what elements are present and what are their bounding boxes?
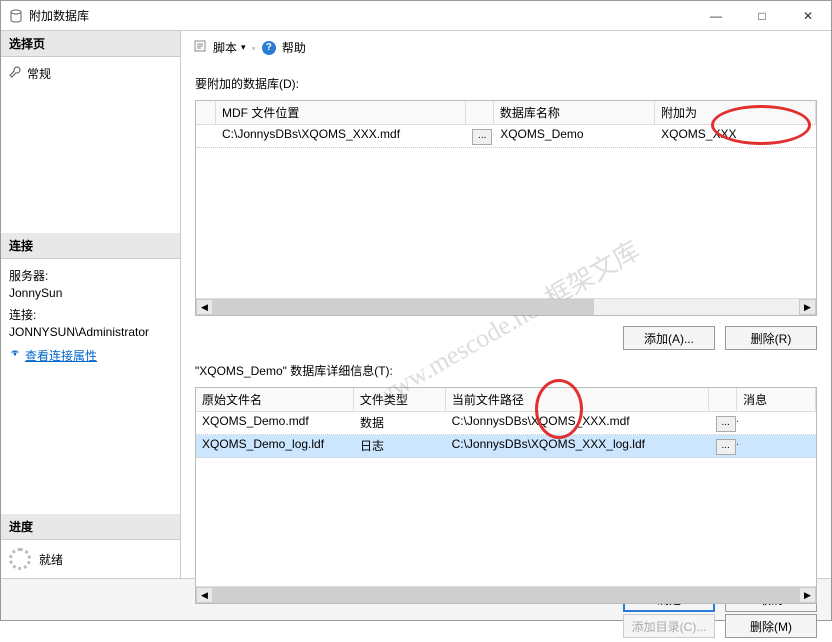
col-current-path[interactable]: 当前文件路径 xyxy=(446,388,709,412)
attach-db-label: 要附加的数据库(D): xyxy=(195,73,817,94)
connection-label: 连接: xyxy=(9,306,172,323)
progress-spinner-icon xyxy=(9,548,31,570)
col-orig-filename[interactable]: 原始文件名 xyxy=(196,388,354,412)
connection-info: 服务器: JonnySun 连接: JONNYSUN\Administrator… xyxy=(1,259,180,372)
server-value: JonnySun xyxy=(9,286,172,300)
wrench-icon xyxy=(9,66,21,81)
help-link[interactable]: 帮助 xyxy=(282,39,306,56)
col-file-type[interactable]: 文件类型 xyxy=(354,388,446,412)
cell-db-name: XQOMS_Demo xyxy=(494,125,655,147)
close-button[interactable]: ✕ xyxy=(785,1,831,30)
sidebar: 选择页 常规 连接 服务器: JonnySun 连接: JONNYSUN\Adm… xyxy=(1,31,181,578)
db-icon xyxy=(9,9,23,23)
add-button[interactable]: 添加(A)... xyxy=(623,326,715,350)
scroll-right-icon[interactable]: ▶ xyxy=(799,299,816,315)
window-buttons: — □ ✕ xyxy=(693,1,831,30)
remove-file-button[interactable]: 删除(M) xyxy=(725,614,817,638)
progress-header: 进度 xyxy=(1,514,180,540)
add-directory-button: 添加目录(C)... xyxy=(623,614,715,638)
main-panel: 脚本 ▾ ▪ ? 帮助 www.mescode.net 框架文库 要附加的数据库… xyxy=(181,31,831,578)
attach-grid-scrollbar[interactable]: ◀ ▶ xyxy=(196,298,816,315)
scroll-right-icon[interactable]: ▶ xyxy=(799,587,816,603)
progress-status: 就绪 xyxy=(39,551,63,568)
details-row-data[interactable]: XQOMS_Demo.mdf 数据 C:\JonnysDBs\XQOMS_XXX… xyxy=(196,412,816,435)
browse-button[interactable]: ... xyxy=(472,129,492,145)
attach-grid-header: MDF 文件位置 数据库名称 附加为 xyxy=(196,101,816,125)
details-grid-header: 原始文件名 文件类型 当前文件路径 消息 xyxy=(196,388,816,412)
col-db-name[interactable]: 数据库名称 xyxy=(494,101,655,125)
connection-value: JONNYSUN\Administrator xyxy=(9,325,172,339)
remove-button[interactable]: 删除(R) xyxy=(725,326,817,350)
minimize-button[interactable]: — xyxy=(693,1,739,30)
scroll-left-icon[interactable]: ◀ xyxy=(196,299,213,315)
sidebar-item-general[interactable]: 常规 xyxy=(9,63,172,84)
cell-attach-as[interactable]: XQOMS_XXX xyxy=(655,125,816,147)
sidebar-item-label: 常规 xyxy=(27,65,51,82)
dialog-window: 附加数据库 — □ ✕ 选择页 常规 连接 服务器: JonnySun xyxy=(0,0,832,621)
maximize-button[interactable]: □ xyxy=(739,1,785,30)
view-connection-link[interactable]: 查看连接属性 xyxy=(9,347,97,364)
details-label: "XQOMS_Demo" 数据库详细信息(T): xyxy=(195,360,817,381)
attach-grid-row[interactable]: C:\JonnysDBs\XQOMS_XXX.mdf ... XQOMS_Dem… xyxy=(196,125,816,148)
col-attach-as[interactable]: 附加为 xyxy=(655,101,816,125)
content-area: www.mescode.net 框架文库 要附加的数据库(D): MDF 文件位… xyxy=(181,65,831,578)
toolbar: 脚本 ▾ ▪ ? 帮助 xyxy=(181,31,831,65)
col-mdf-location[interactable]: MDF 文件位置 xyxy=(216,101,466,125)
connection-header: 连接 xyxy=(1,233,180,259)
titlebar: 附加数据库 — □ ✕ xyxy=(1,1,831,31)
window-title: 附加数据库 xyxy=(29,7,693,24)
help-icon: ? xyxy=(262,41,276,55)
script-icon xyxy=(193,39,207,56)
select-page-header: 选择页 xyxy=(1,31,180,57)
browse-button[interactable]: ... xyxy=(716,416,736,432)
dialog-body: 选择页 常规 连接 服务器: JonnySun 连接: JONNYSUN\Adm… xyxy=(1,31,831,578)
attach-grid: MDF 文件位置 数据库名称 附加为 C:\JonnysDBs\XQOMS_XX… xyxy=(195,100,817,316)
view-connection-label: 查看连接属性 xyxy=(25,347,97,364)
cell-mdf-path: C:\JonnysDBs\XQOMS_XXX.mdf xyxy=(216,125,466,147)
details-row-log[interactable]: XQOMS_Demo_log.ldf 日志 C:\JonnysDBs\XQOMS… xyxy=(196,435,816,458)
server-label: 服务器: xyxy=(9,267,172,284)
progress-body: 就绪 xyxy=(1,540,180,578)
script-dropdown[interactable]: 脚本 ▾ xyxy=(213,39,246,56)
col-message[interactable]: 消息 xyxy=(737,388,816,412)
link-icon xyxy=(9,348,21,363)
scroll-left-icon[interactable]: ◀ xyxy=(196,587,213,603)
details-grid-scrollbar[interactable]: ◀ ▶ xyxy=(196,586,816,603)
browse-button[interactable]: ... xyxy=(716,439,736,455)
details-grid: 原始文件名 文件类型 当前文件路径 消息 XQOMS_Demo.mdf 数据 C… xyxy=(195,387,817,604)
script-label: 脚本 xyxy=(213,39,237,56)
chevron-down-icon: ▾ xyxy=(241,42,246,53)
